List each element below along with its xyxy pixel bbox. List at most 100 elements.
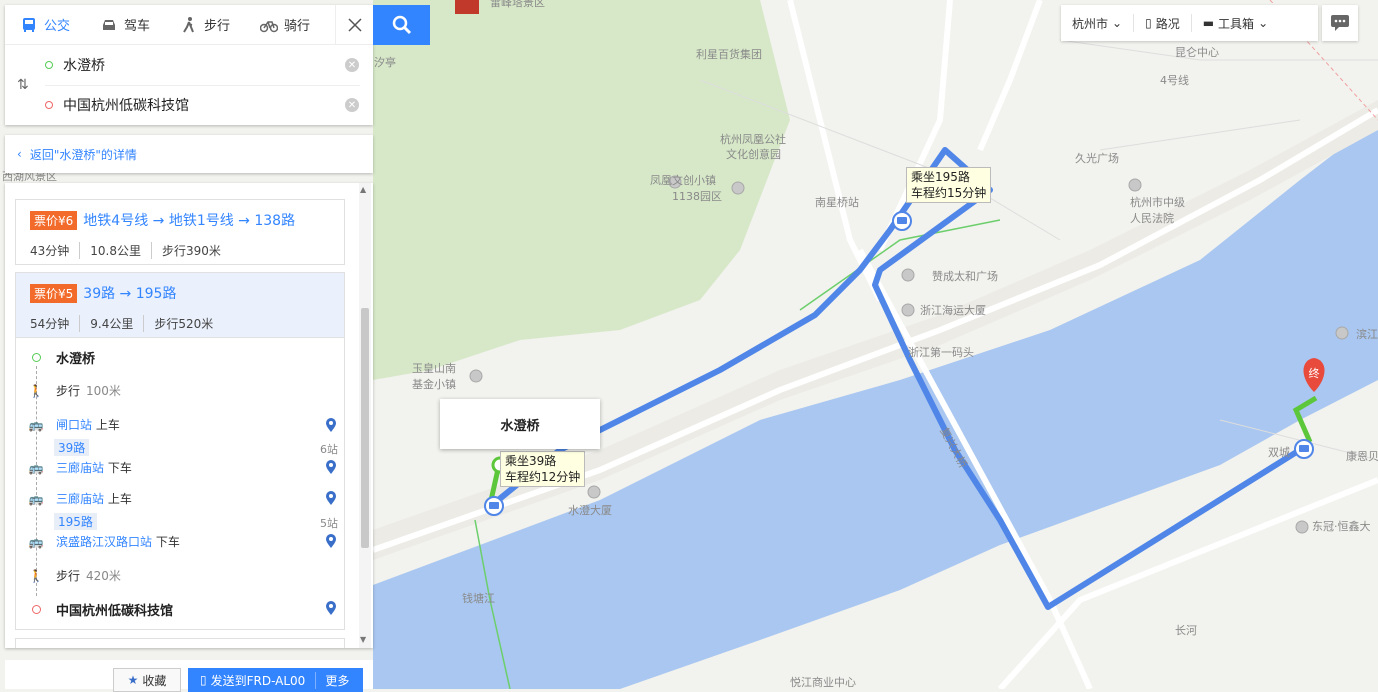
step-board-2: 🚌 三廊庙站 上车 (16, 490, 346, 507)
location-pin-icon[interactable] (326, 491, 336, 505)
scroll-down-icon[interactable]: ▼ (360, 635, 366, 644)
map-label: 水澄大厦 (568, 503, 612, 517)
price-badge: 票价¥5 (30, 283, 78, 303)
map-label: 雷峰塔景区 (490, 0, 545, 9)
back-link[interactable]: ‹ 返回"水澄桥"的详情 (5, 135, 373, 173)
chevron-down-icon: ⌄ (1112, 16, 1123, 30)
send-to-device-button[interactable]: ▯ 发送到FRD-AL00 更多 (188, 668, 363, 692)
route-walk: 步行390米 (162, 244, 221, 258)
map-label: 汐亭 (374, 55, 396, 69)
message-button[interactable] (1322, 5, 1358, 41)
map-label: 滨江 (1356, 327, 1378, 341)
toolbox-button[interactable]: ▬ 工具箱 ⌄ (1192, 14, 1279, 32)
search-button[interactable] (373, 5, 430, 45)
map-label: 长河 (1175, 624, 1197, 637)
map-label: 玉皇山南 (412, 361, 456, 375)
line-tag[interactable]: 39路 (54, 439, 90, 456)
close-icon (347, 18, 362, 32)
tab-bus[interactable]: 公交 (5, 5, 85, 44)
start-popup[interactable]: 水澄桥 (440, 399, 600, 449)
map-label: 南星桥站 (815, 195, 859, 209)
stop-link[interactable]: 滨盛路江汉路口站 (56, 533, 152, 550)
pagoda-icon (455, 0, 479, 14)
map-label: 康恩贝 (1346, 449, 1378, 463)
step-board-1: 🚌 闸口站 上车 (16, 416, 346, 433)
map-toolbar: 杭州市 ⌄ ▯ 路况 ▬ 工具箱 ⌄ (1061, 5, 1318, 41)
scrollbar[interactable]: ▲ ▼ (359, 183, 371, 648)
bus-icon: 🚌 (28, 417, 44, 432)
map-label: 基金小镇 (412, 377, 456, 391)
map-label: 赞成太和广场 (932, 269, 998, 283)
stop-link[interactable]: 三廊庙站 (56, 459, 104, 476)
bus-stop-icon[interactable] (892, 211, 912, 231)
map-label: 久光广场 (1075, 151, 1119, 165)
map-label: 文化创意园 (726, 147, 781, 161)
car-icon (102, 19, 115, 30)
route-option-3[interactable] (15, 638, 345, 648)
bus-icon: 🚌 (28, 534, 44, 549)
walk-icon (183, 16, 194, 33)
map-label: 浙江第一码头 (908, 345, 974, 359)
scroll-thumb[interactable] (361, 308, 369, 548)
close-button[interactable] (335, 5, 373, 45)
step-alight-2: 🚌 滨盛路江汉路口站 下车 (16, 533, 346, 550)
route-option-1[interactable]: 票价¥6 地铁4号线 → 地铁1号线 → 138路 43分钟 10.8公里 步行… (15, 199, 345, 265)
location-pin-icon[interactable] (326, 601, 336, 615)
price-badge: 票价¥6 (30, 210, 78, 230)
location-pin-icon[interactable] (326, 460, 336, 474)
map-label: 杭州市中级 (1130, 195, 1185, 209)
clear-end-icon[interactable]: ✕ (345, 98, 359, 112)
scroll-up-icon[interactable]: ▲ (360, 185, 366, 194)
swap-icon[interactable]: ⇅ (17, 77, 29, 93)
tab-car[interactable]: 驾车 (85, 5, 165, 44)
bus-icon: 🚌 (28, 491, 44, 506)
favorite-button[interactable]: ★ 收藏 (113, 668, 181, 692)
clear-start-icon[interactable]: ✕ (345, 58, 359, 72)
traffic-button[interactable]: ▯ 路况 (1134, 14, 1192, 32)
line-tag[interactable]: 195路 (54, 513, 97, 530)
map-label: 浙江海运大厦 (920, 303, 986, 317)
end-dot-icon (45, 101, 53, 109)
route-search-box: 公交 驾车 步行 骑行 ⇅ 水澄桥 ✕ 中国杭州低碳科技馆 ✕ (5, 5, 373, 125)
stop-link[interactable]: 闸口站 (56, 416, 92, 433)
origin-dot-icon (31, 353, 41, 362)
map-label: 悦江商业中心 (790, 675, 856, 689)
map-label: 利星百货集团 (696, 47, 762, 61)
walk-icon: 🚶 (28, 383, 44, 398)
step-connector (36, 366, 37, 596)
location-pin-icon[interactable] (326, 418, 336, 432)
bus-stop-icon[interactable] (484, 496, 504, 516)
map-label: 4号线 (1160, 73, 1189, 87)
step-alight-1: 🚌 三廊庙站 下车 (16, 459, 346, 476)
bus-stop-icon[interactable] (1294, 439, 1314, 459)
stop-link[interactable]: 三廊庙站 (56, 490, 104, 507)
walk-icon: 🚶 (28, 568, 44, 583)
end-input-value[interactable]: 中国杭州低碳科技馆 (63, 95, 345, 115)
start-input[interactable]: 水澄桥 ✕ (45, 45, 365, 85)
map-label: 杭州凤凰公社 (720, 132, 786, 146)
map-label: 人民法院 (1130, 211, 1174, 225)
location-pin-icon[interactable] (326, 534, 336, 548)
bike-icon (259, 20, 278, 32)
end-input[interactable]: 中国杭州低碳科技馆 ✕ (45, 85, 365, 125)
star-icon: ★ (127, 673, 139, 687)
tab-bike[interactable]: 骑行 (245, 5, 325, 44)
tab-walk[interactable]: 步行 (165, 5, 245, 44)
start-input-value[interactable]: 水澄桥 (63, 55, 345, 75)
route-distance: 10.8公里 (90, 242, 153, 259)
city-selector[interactable]: 杭州市 ⌄ (1061, 14, 1135, 32)
route-option-2[interactable]: 票价¥5 39路 → 195路 54分钟 9.4公里 步行520米 (15, 272, 345, 338)
phone-icon: ▯ (200, 673, 207, 687)
map-label: 1138园区 (672, 190, 722, 203)
bottom-actions: ★ 收藏 ▯ 发送到FRD-AL00 更多 (5, 660, 373, 692)
segment-tooltip-195: 乘坐195路 车程约15分钟 (906, 167, 992, 203)
destination-dot-icon (31, 605, 41, 614)
route-time: 54分钟 (30, 315, 81, 332)
route-title[interactable]: 地铁4号线 → 地铁1号线 → 138路 (83, 210, 295, 230)
route-time: 43分钟 (30, 242, 81, 259)
map-label: 双城 (1268, 446, 1290, 459)
map-label: 东冠·恒鑫大 (1312, 519, 1371, 533)
bus-icon (22, 17, 35, 32)
route-title[interactable]: 39路 → 195路 (83, 283, 176, 303)
more-button[interactable]: 更多 (316, 672, 349, 689)
